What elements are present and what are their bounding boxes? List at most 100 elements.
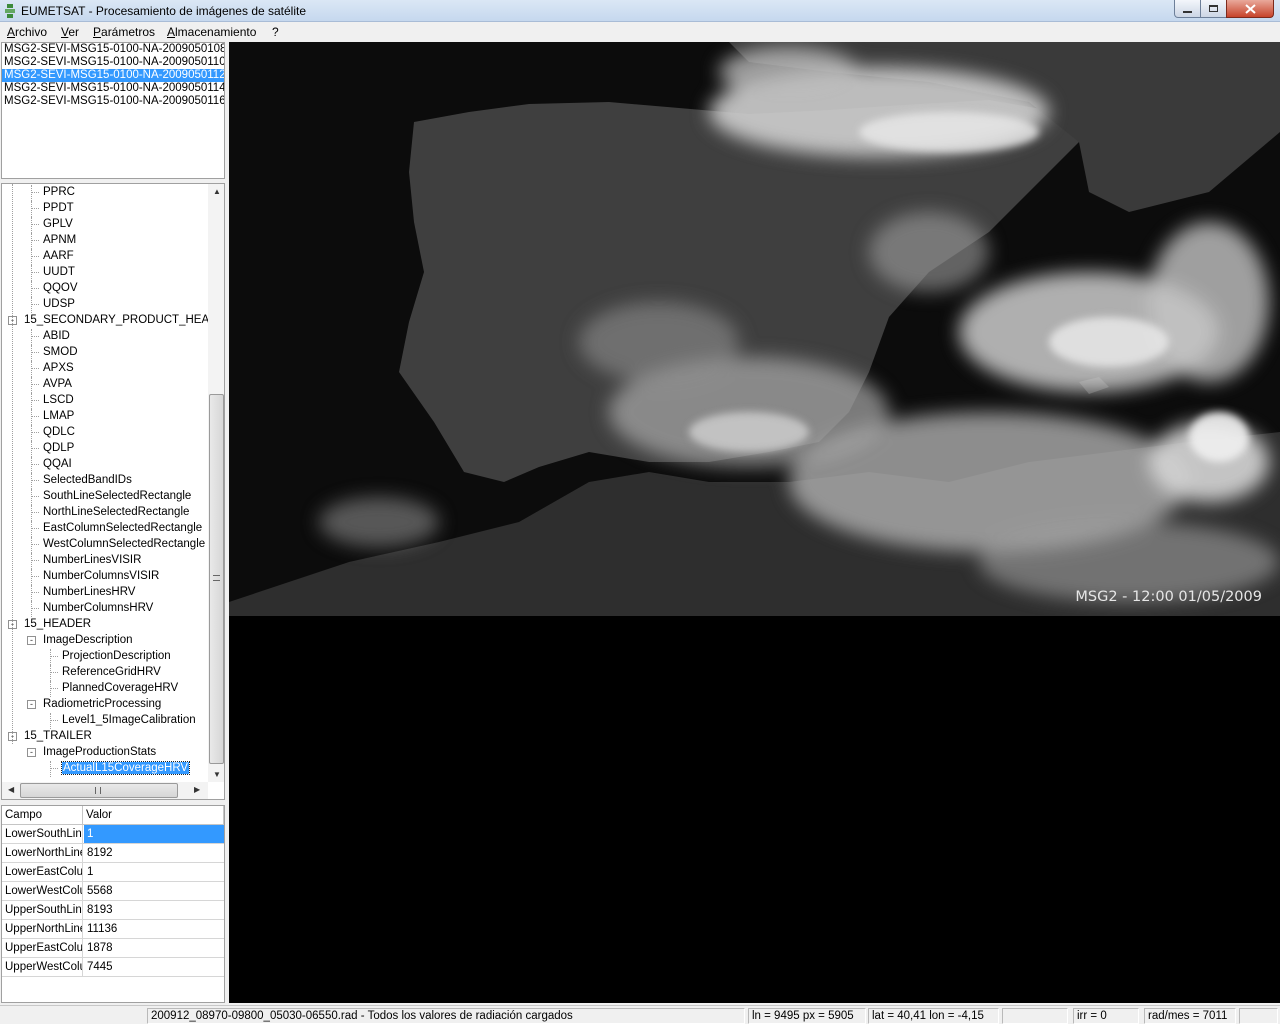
file-list-item[interactable]: MSG2-SEVI-MSG15-0100-NA-20090501141243 [2,82,224,95]
image-viewport[interactable]: MSG2 - 12:00 01/05/2009 [229,42,1280,1003]
grid-row[interactable]: UpperNorthLineActual11136 [2,920,224,939]
grid-cell-field[interactable]: LowerSouthLineActual [2,825,83,843]
tree-node[interactable]: NumberColumnsVISIR [43,569,159,583]
collapse-icon[interactable]: - [27,636,36,645]
grid-cell-field[interactable]: UpperNorthLineActual [2,920,83,938]
file-list[interactable]: MSG2-SEVI-MSG15-0100-NA-20090501081243 M… [1,42,225,179]
tree-node[interactable]: QDLC [43,425,75,439]
header-tree[interactable]: PPRC PPDT GPLV APNM AARF UUDT QQOV UDSP - 15_SECO… [1,183,225,800]
minimize-button[interactable] [1174,0,1201,18]
tree-connector [50,768,58,769]
tree-connector [31,489,32,505]
menu-archivo[interactable]: Archivo [7,25,47,39]
tree-node-selected[interactable]: ActualL15CoverageHRV [60,761,191,775]
grid-cell-field[interactable]: LowerWestColumnActual [2,882,83,900]
tree-connector [31,601,32,617]
file-list-item-selected[interactable]: MSG2-SEVI-MSG15-0100-NA-20090501121243 [2,69,224,82]
tree-connector [31,560,39,561]
grid-row[interactable]: UpperWestColumnActual7445 [2,958,224,977]
grid-row[interactable]: UpperSouthLineActual8193 [2,901,224,920]
menu-almacenamiento[interactable]: Almacenamiento [167,25,256,39]
column-header-value[interactable]: Valor [83,806,224,825]
tree-node[interactable]: NorthLineSelectedRectangle [43,505,189,519]
tree-node[interactable]: ImageDescription [43,633,132,647]
tree-node[interactable]: SouthLineSelectedRectangle [43,489,191,503]
tree-node[interactable]: GPLV [43,217,73,231]
tree-node[interactable]: NumberLinesVISIR [43,553,141,567]
collapse-icon[interactable]: - [27,748,36,757]
tree-node[interactable]: PPDT [43,201,74,215]
grid-row[interactable]: UpperEastColumnActual1878 [2,939,224,958]
tree-node[interactable]: 15_HEADER [24,617,91,631]
grid-row[interactable]: LowerEastColumnActual1 [2,863,224,882]
tree-node[interactable]: Level1_5ImageCalibration [62,713,196,727]
grid-cell-field[interactable]: UpperEastColumnActual [2,939,83,957]
tree-node[interactable]: AARF [43,249,74,263]
grid-cell-value[interactable]: 7445 [84,958,224,976]
grid-cell-value[interactable]: 8193 [84,901,224,919]
grid-cell-field[interactable]: LowerNorthLineActual [2,844,83,862]
maximize-button[interactable] [1200,0,1227,18]
minimize-icon [1183,10,1192,13]
grid-row[interactable]: LowerNorthLineActual8192 [2,844,224,863]
collapse-icon[interactable]: - [27,700,36,709]
tree-node[interactable]: APNM [43,233,76,247]
grid-cell-field[interactable]: LowerEastColumnActual [2,863,83,881]
tree-node[interactable]: 15_SECONDARY_PRODUCT_HEADER [24,313,224,327]
grid-cell-value[interactable]: 5568 [84,882,224,900]
tree-node[interactable]: SelectedBandIDs [43,473,132,487]
scroll-up-icon[interactable]: ▲ [213,187,221,196]
tree-node[interactable]: PlannedCoverageHRV [62,681,178,695]
file-list-item[interactable]: MSG2-SEVI-MSG15-0100-NA-20090501101243 [2,56,224,69]
column-header-field[interactable]: Campo [2,806,83,825]
field-value-grid[interactable]: Campo Valor LowerSouthLineActual1LowerNo… [1,805,225,1003]
tree-vertical-scroll-thumb[interactable] [209,394,224,764]
tree-node[interactable]: WestColumnSelectedRectangle [43,537,205,551]
tree-node[interactable]: UUDT [43,265,75,279]
tree-node[interactable]: SMOD [43,345,78,359]
grid-cell-field[interactable]: UpperWestColumnActual [2,958,83,976]
close-button[interactable] [1226,0,1274,18]
tree-connector [31,297,32,313]
satellite-image[interactable] [229,42,1280,616]
tree-node[interactable]: NumberLinesHRV [43,585,135,599]
tree-node[interactable]: ProjectionDescription [62,649,171,663]
scroll-down-icon[interactable]: ▼ [213,770,221,779]
scroll-right-icon[interactable]: ▶ [194,785,200,794]
grid-cell-value[interactable]: 1 [84,863,224,881]
tree-node[interactable]: QQAI [43,457,72,471]
tree-horizontal-scroll-thumb[interactable] [20,783,178,798]
tree-node[interactable]: NumberColumnsHRV [43,601,153,615]
tree-node[interactable]: ABID [43,329,70,343]
grid-row-selected[interactable]: LowerSouthLineActual1 [2,825,224,844]
menu-ver[interactable]: Ver [61,25,79,39]
grid-cell-field[interactable]: UpperSouthLineActual [2,901,83,919]
tree-node[interactable]: PPRC [43,185,75,199]
tree-node[interactable]: LMAP [43,409,74,423]
grid-cell-value[interactable]: 8192 [84,844,224,862]
grid-cell-value[interactable]: 11136 [84,920,224,938]
tree-node[interactable]: ReferenceGridHRV [62,665,161,679]
tree-connector [31,432,39,433]
tree-horizontal-scrollbar[interactable]: ◀ ▶ [2,782,208,799]
menu-help[interactable]: ? [272,25,279,39]
file-list-item[interactable]: MSG2-SEVI-MSG15-0100-NA-20090501161243 [2,95,224,108]
grid-row[interactable]: LowerWestColumnActual5568 [2,882,224,901]
tree-node[interactable]: ImageProductionStats [43,745,156,759]
tree-node[interactable]: RadiometricProcessing [43,697,161,711]
menu-bar: Archivo Ver Parámetros Almacenamiento ? [0,22,1280,41]
tree-node[interactable]: AVPA [43,377,72,391]
tree-node[interactable]: UDSP [43,297,75,311]
tree-node[interactable]: QQOV [43,281,78,295]
file-list-item[interactable]: MSG2-SEVI-MSG15-0100-NA-20090501081243 [2,43,224,56]
scroll-left-icon[interactable]: ◀ [8,785,14,794]
tree-vertical-scrollbar[interactable]: ▲ ▼ [208,184,224,782]
tree-node[interactable]: LSCD [43,393,74,407]
grid-cell-value[interactable]: 1878 [84,939,224,957]
tree-node[interactable]: APXS [43,361,74,375]
tree-node[interactable]: EastColumnSelectedRectangle [43,521,202,535]
menu-parametros[interactable]: Parámetros [93,25,155,39]
tree-node[interactable]: QDLP [43,441,74,455]
grid-cell-value[interactable]: 1 [84,825,224,843]
tree-node[interactable]: 15_TRAILER [24,729,92,743]
